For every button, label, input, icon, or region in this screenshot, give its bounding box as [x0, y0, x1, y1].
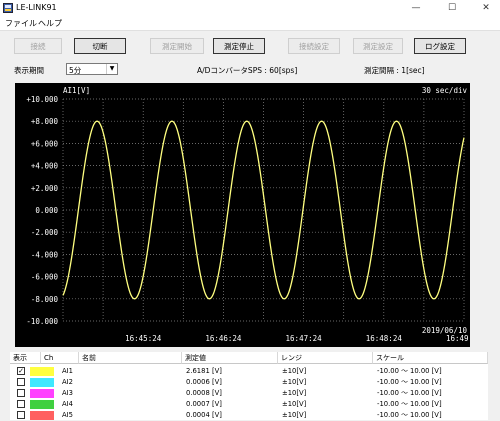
value-cell: 0.0006 [V]: [186, 378, 222, 386]
y-tick-label: +10.000: [26, 95, 58, 104]
scale-cell: -10.00 ～ 10.00 [V]: [377, 367, 442, 375]
range-cell: ±10[V]: [282, 411, 307, 419]
channel-color-swatch[interactable]: [30, 367, 54, 376]
scale-cell: -10.00 ～ 10.00 [V]: [377, 411, 442, 419]
channel-label: AI1[V]: [63, 86, 90, 95]
y-tick-label: +4.000: [31, 162, 59, 171]
connect-button[interactable]: 接続: [14, 38, 62, 54]
value-cell: 0.0008 [V]: [186, 389, 222, 397]
window-title: LE-LINK91: [16, 3, 57, 12]
range-cell: ±10[V]: [282, 378, 307, 386]
table-row[interactable]: AI5 0.0004 [V] ±10[V] -10.00 ～ 10.00 [V]: [10, 410, 488, 421]
channel-color-swatch[interactable]: [30, 411, 54, 420]
y-tick-label: -6.000: [31, 273, 59, 282]
x-tick-label: 16:47:24: [286, 334, 323, 343]
display-checkbox[interactable]: [17, 400, 25, 408]
channel-cell: AI5: [62, 411, 73, 419]
table-row[interactable]: ✓ AI1 2.6181 [V] ±10[V] -10.00 ～ 10.00 [V]: [10, 366, 488, 377]
x-tick-label: 16:48:24: [366, 334, 403, 343]
channel-color-swatch[interactable]: [30, 389, 54, 398]
range-cell: ±10[V]: [282, 367, 307, 375]
range-cell: ±10[V]: [282, 400, 307, 408]
scale-label: 30 sec/div: [422, 86, 468, 95]
display-checkbox[interactable]: [17, 378, 25, 386]
log-settings-button[interactable]: ログ設定: [414, 38, 466, 54]
scale-cell: -10.00 ～ 10.00 [V]: [377, 389, 442, 397]
channel-cell: AI4: [62, 400, 73, 408]
y-tick-label: -10.000: [26, 317, 58, 326]
display-checkbox[interactable]: ✓: [17, 367, 25, 375]
y-tick-label: +8.000: [31, 117, 59, 126]
scale-cell: -10.00 ～ 10.00 [V]: [377, 378, 442, 386]
table-row[interactable]: AI3 0.0008 [V] ±10[V] -10.00 ～ 10.00 [V]: [10, 388, 488, 399]
col-header-range[interactable]: レンジ: [278, 352, 373, 364]
channel-table: 表示 Ch 名前 測定値 レンジ スケール ✓ AI1 2.6181 [V] ±10[…: [10, 352, 488, 420]
col-header-value[interactable]: 測定値: [182, 352, 278, 364]
table-row[interactable]: AI4 0.0007 [V] ±10[V] -10.00 ～ 10.00 [V]: [10, 399, 488, 410]
minimize-button[interactable]: —: [404, 1, 428, 15]
y-tick-label: +2.000: [31, 184, 59, 193]
stop-measure-button[interactable]: 測定停止: [213, 38, 265, 54]
value-cell: 0.0004 [V]: [186, 411, 222, 419]
col-header-ch[interactable]: Ch: [41, 352, 79, 364]
col-header-display[interactable]: 表示: [10, 352, 41, 364]
display-checkbox[interactable]: [17, 389, 25, 397]
channel-cell: AI1: [62, 367, 73, 375]
x-tick-label: 16:46:24: [205, 334, 242, 343]
maximize-button[interactable]: ☐: [440, 1, 464, 15]
y-tick-label: +6.000: [31, 139, 59, 148]
start-measure-button[interactable]: 測定開始: [150, 38, 204, 54]
close-button[interactable]: ✕: [474, 1, 498, 15]
channel-cell: AI3: [62, 389, 73, 397]
waveform-plot: AI1[V] 30 sec/div 2019/06/10 +10.000 +8.0…: [15, 83, 470, 347]
menu-help[interactable]: ヘルプ: [38, 18, 62, 29]
disconnect-button[interactable]: 切断: [74, 38, 126, 54]
app-icon: [3, 3, 13, 13]
x-tick-label: 16:49:24: [446, 334, 470, 343]
scale-cell: -10.00 ～ 10.00 [V]: [377, 400, 442, 408]
col-header-scale[interactable]: スケール: [373, 352, 488, 364]
connection-settings-button[interactable]: 接続設定: [288, 38, 340, 54]
sps-label: A/DコンバータSPS : 60[sps]: [197, 66, 298, 75]
waveform-chart: AI1[V] 30 sec/div 2019/06/10 +10.000+8.0…: [26, 86, 470, 343]
x-tick-label: 16:45:24: [125, 334, 162, 343]
interval-label: 測定間隔 : 1[sec]: [364, 66, 425, 75]
chevron-down-icon: ▼: [106, 64, 117, 74]
range-cell: ±10[V]: [282, 389, 307, 397]
y-tick-label: 0.000: [35, 206, 58, 215]
display-period-value: 5分: [69, 66, 82, 75]
display-period-label: 表示期間: [14, 66, 44, 75]
col-header-name[interactable]: 名前: [79, 352, 182, 364]
channel-color-swatch[interactable]: [30, 400, 54, 409]
y-tick-label: -4.000: [31, 250, 59, 259]
table-row[interactable]: AI2 0.0006 [V] ±10[V] -10.00 ～ 10.00 [V]: [10, 377, 488, 388]
y-tick-label: -8.000: [31, 295, 59, 304]
value-cell: 0.0007 [V]: [186, 400, 222, 408]
measure-settings-button[interactable]: 測定設定: [353, 38, 403, 54]
channel-color-swatch[interactable]: [30, 378, 54, 387]
title-bar: LE-LINK91 — ☐ ✕: [0, 0, 500, 16]
display-checkbox[interactable]: [17, 411, 25, 419]
display-period-select[interactable]: 5分 ▼: [66, 63, 118, 75]
y-tick-label: -2.000: [31, 228, 59, 237]
channel-cell: AI2: [62, 378, 73, 386]
menu-file[interactable]: ファイル: [5, 18, 37, 29]
value-cell: 2.6181 [V]: [186, 367, 222, 375]
menu-bar: ファイル ヘルプ: [0, 16, 500, 31]
